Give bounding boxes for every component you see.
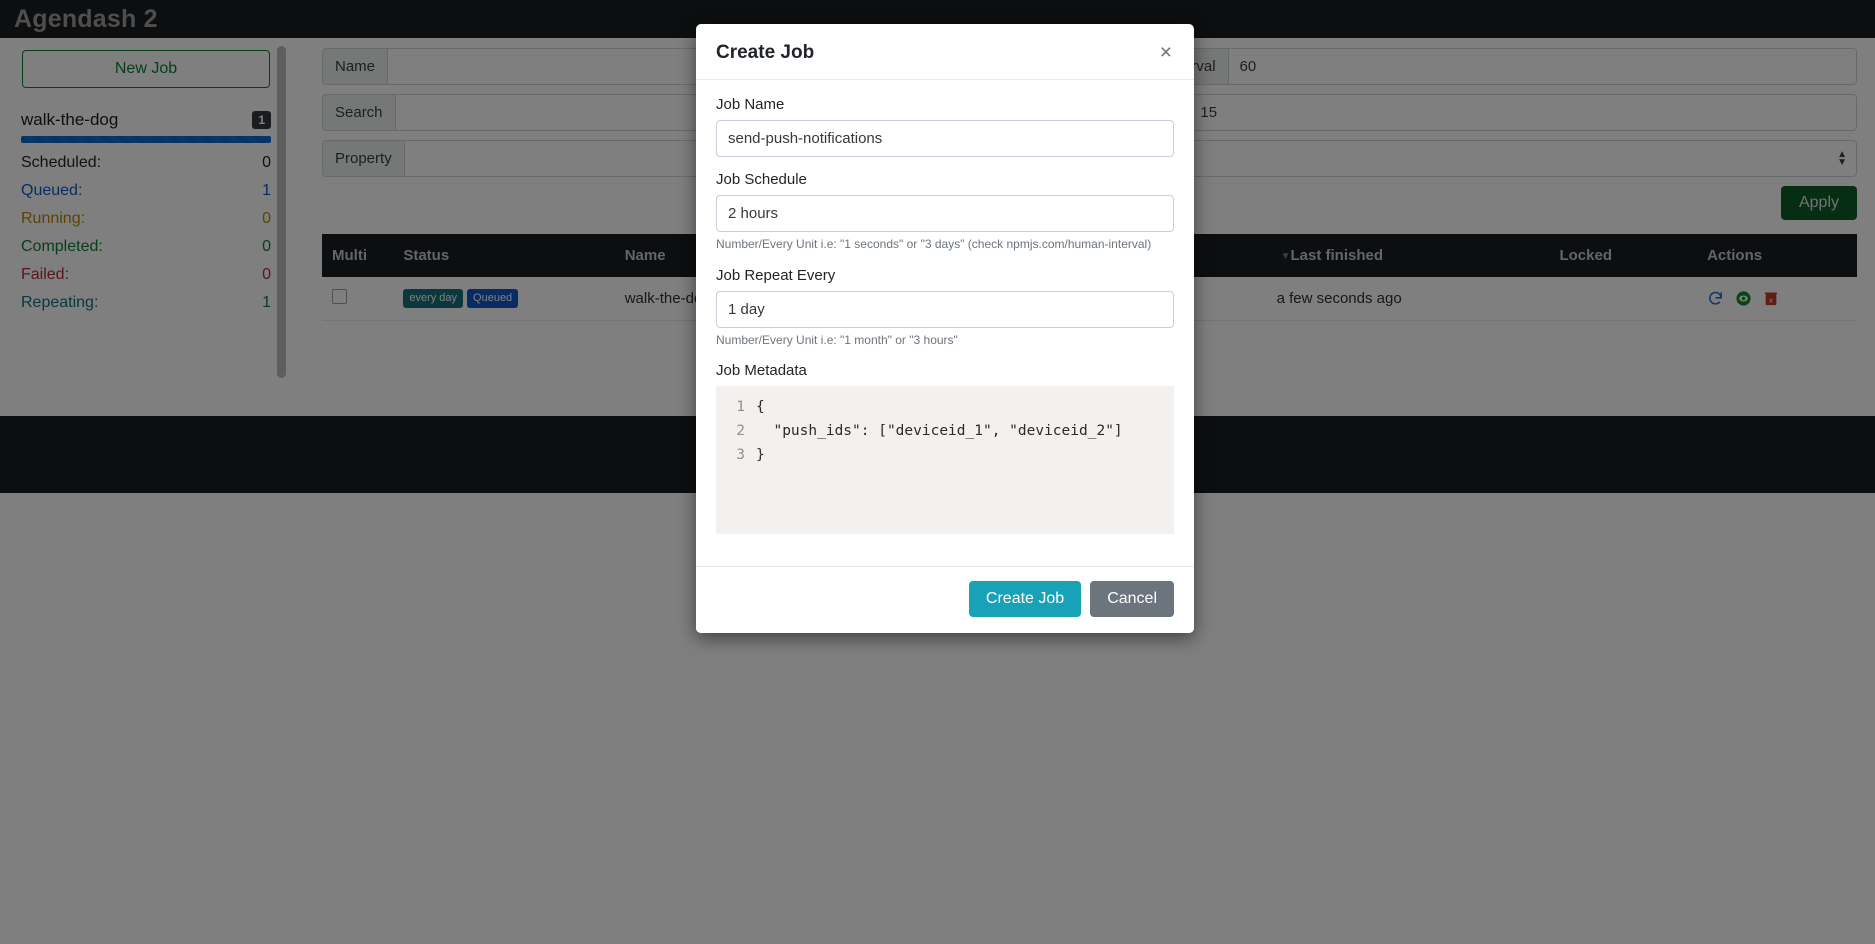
modal-header: Create Job ×	[696, 24, 1194, 80]
code-line-text: "push_ids": ["deviceid_1", "deviceid_2"]	[756, 423, 1123, 440]
code-line: 1{	[716, 395, 1174, 419]
modal-title: Create Job	[716, 42, 815, 63]
job-repeat-every-label: Job Repeat Every	[716, 266, 836, 284]
job-repeat-every-help-text: Number/Every Unit i.e: "1 month" or "3 h…	[716, 332, 958, 347]
code-line: 3}	[716, 443, 1174, 467]
code-line-text: }	[756, 447, 765, 464]
job-metadata-code-editor[interactable]: 1{2 "push_ids": ["deviceid_1", "deviceid…	[716, 386, 1174, 535]
job-metadata-label: Job Metadata	[716, 362, 807, 380]
modal-footer: Create Job Cancel	[696, 566, 1194, 634]
job-schedule-block: Job Schedule 2 hours Number/Every Unit i…	[716, 171, 1174, 253]
job-repeat-every-input[interactable]: 1 day	[716, 290, 1174, 328]
job-metadata-block: Job Metadata 1{2 "push_ids": ["deviceid_…	[716, 362, 1174, 535]
code-line-number: 1	[736, 399, 745, 416]
code-line-number: 3	[736, 447, 745, 464]
job-repeat-every-block: Job Repeat Every 1 day Number/Every Unit…	[716, 267, 1174, 349]
job-schedule-input[interactable]: 2 hours	[716, 195, 1174, 232]
create-job-button[interactable]: Create Job	[968, 581, 1082, 618]
code-line: 2 "push_ids": ["deviceid_1", "deviceid_2…	[716, 419, 1174, 443]
job-name-input[interactable]: send-push-notifications	[716, 120, 1174, 157]
job-name-label: Job Name	[716, 96, 785, 113]
job-schedule-label: Job Schedule	[716, 171, 807, 188]
create-job-modal: Create Job × Job Name send-push-notifica…	[696, 24, 1194, 634]
code-line-text: {	[756, 399, 765, 416]
close-icon[interactable]: ×	[1158, 42, 1174, 63]
job-name-block: Job Name send-push-notifications	[716, 96, 1174, 157]
modal-body: Job Name send-push-notifications Job Sch…	[696, 80, 1194, 566]
code-line-number: 2	[736, 423, 745, 440]
job-schedule-help-text: Number/Every Unit i.e: "1 seconds" or "3…	[716, 237, 1152, 251]
cancel-button[interactable]: Cancel	[1090, 581, 1174, 618]
